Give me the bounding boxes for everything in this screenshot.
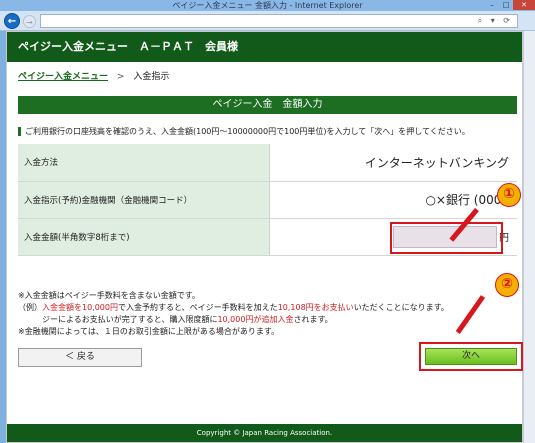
table-row: 入金方法 インターネットバンキング: [18, 144, 517, 182]
callout-badge-1: ①: [497, 183, 521, 207]
next-highlight-frame: 次へ: [419, 342, 523, 371]
browser-toolbar: ← → ⌕ ▾ ⟳: [0, 11, 535, 31]
notes: ※入金金額はペイジー手数料を含まない金額です。 （例）入金金額を10,000円で…: [18, 290, 518, 338]
window-title: ペイジー入金メニュー 金額入力 - Internet Explorer: [172, 1, 363, 10]
breadcrumb: ペイジー入金メニュー > 入金指示: [18, 69, 169, 82]
back-button[interactable]: ＜ 戻る: [18, 348, 142, 367]
section-title: ペイジー入金 金額入力: [18, 96, 517, 114]
note-highlight-added: 10,000円が追加入金: [217, 315, 294, 324]
payment-method-label: 入金方法: [18, 144, 270, 182]
scrollbar[interactable]: [523, 31, 535, 443]
search-refresh-icons[interactable]: ⌕ ▾ ⟳: [478, 16, 513, 26]
minimize-button[interactable]: –: [485, 0, 499, 10]
next-button[interactable]: 次へ: [425, 348, 517, 365]
forward-arrow-icon[interactable]: →: [23, 15, 36, 28]
amount-label: 入金金額(半角数字8桁まで): [18, 218, 270, 256]
close-button[interactable]: ✕: [513, 0, 535, 10]
note-line-2: （例）入金金額を10,000円で入金予約すると、ペイジー手数料を加えた10,10…: [18, 302, 518, 314]
note-line-3: ジーによるお支払いが完了すると、購入限度額に10,000円が追加入金されます。: [18, 314, 518, 326]
amount-highlight-frame: [390, 222, 503, 254]
back-arrow-icon[interactable]: ←: [4, 13, 20, 29]
bank-value: ○×銀行 (0000: [269, 181, 517, 219]
note-text: ジーによるお支払いが完了すると、購入限度額に: [42, 315, 218, 324]
note-highlight-payment: 10,108円をお支払い: [277, 303, 354, 312]
address-bar[interactable]: ⌕ ▾ ⟳: [40, 14, 518, 28]
note-example-prefix: （例）: [18, 303, 42, 312]
intro-message: ご利用銀行の口座残高を確認のうえ、入金金額(100円～10000000円で100…: [25, 127, 470, 136]
breadcrumb-link-menu[interactable]: ペイジー入金メニュー: [18, 72, 108, 82]
breadcrumb-current: 入金指示: [133, 72, 170, 82]
note-text: いただくことになります。: [353, 303, 449, 312]
window-titlebar: ペイジー入金メニュー 金額入力 - Internet Explorer – □ …: [0, 0, 535, 11]
maximize-button[interactable]: □: [499, 0, 513, 10]
note-highlight-amount: 入金金額を10,000円: [42, 303, 118, 312]
window-controls: – □ ✕: [485, 0, 535, 11]
note-line-4: ※金融機関によっては、１日のお取引金額に上限がある場合があります。: [18, 327, 280, 336]
callout-badge-2: ②: [495, 273, 519, 297]
breadcrumb-separator: >: [116, 72, 125, 82]
footer: Copyright © Japan Racing Association.: [7, 424, 522, 442]
note-text: されます。: [293, 315, 333, 324]
payment-method-value: インターネットバンキング: [269, 144, 517, 182]
page-header: ペイジー入金メニュー Ａ－ＰＡＴ 会員様: [7, 32, 522, 62]
bank-label: 入金指示(予約)金融機関（金融機関コード）: [18, 181, 270, 219]
table-row: 入金指示(予約)金融機関（金融機関コード） ○×銀行 (0000: [18, 181, 517, 219]
intro-bar: [18, 127, 21, 136]
page-content: ペイジー入金メニュー Ａ－ＰＡＴ 会員様 ペイジー入金メニュー > 入金指示 ペ…: [6, 31, 523, 443]
note-text: で入金予約すると、ペイジー手数料を加えた: [118, 303, 278, 312]
intro-text: ご利用銀行の口座残高を確認のうえ、入金金額(100円～10000000円で100…: [18, 126, 470, 137]
note-line-1: ※入金金額はペイジー手数料を含まない金額です。: [18, 291, 200, 300]
